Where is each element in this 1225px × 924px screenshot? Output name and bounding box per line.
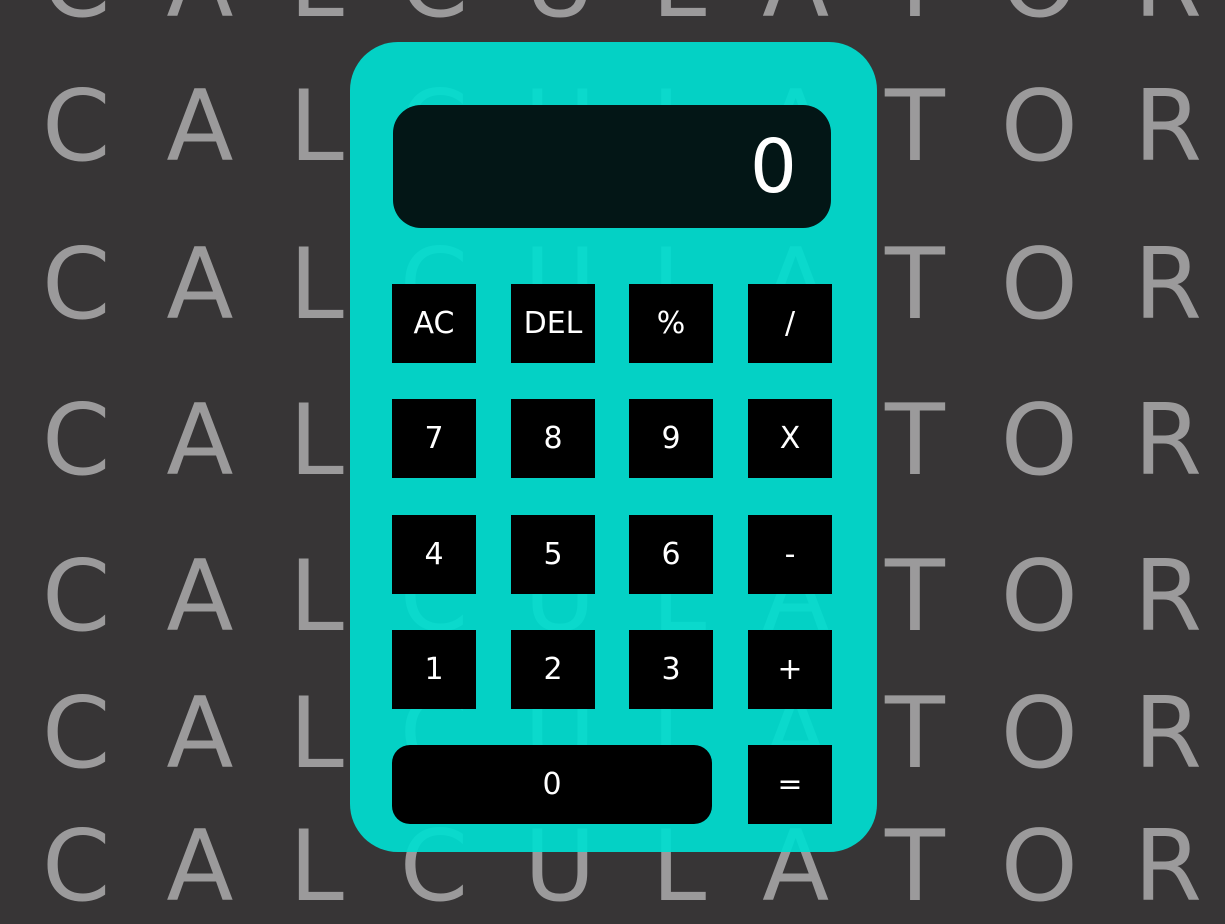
- key-8[interactable]: 8: [511, 399, 595, 478]
- background-letter: C: [400, 0, 468, 32]
- background-letter: R: [1133, 540, 1202, 654]
- key-7[interactable]: 7: [392, 399, 476, 478]
- background-letter: A: [166, 810, 234, 924]
- background-letter: R: [1133, 228, 1202, 342]
- key-0[interactable]: 0: [392, 745, 712, 824]
- background-letter: C: [42, 810, 111, 924]
- background-letter: L: [289, 384, 344, 498]
- background-letter: R: [1134, 0, 1202, 32]
- background-letter: T: [885, 0, 945, 32]
- background-letter: R: [1133, 384, 1202, 498]
- background-letter: R: [1133, 70, 1202, 184]
- calculator-display: 0: [393, 105, 831, 228]
- background-letter: U: [524, 0, 596, 32]
- background-letter: C: [42, 228, 111, 342]
- key-multiply[interactable]: X: [748, 399, 832, 478]
- background-letter: T: [885, 540, 945, 654]
- background-letter: A: [762, 0, 829, 32]
- background-letter: A: [166, 70, 234, 184]
- calculator-body: 0 AC DEL% / 7 8 9 X 4 5 6- 1 2 3 +0 =: [350, 42, 877, 852]
- background-letter: T: [885, 384, 945, 498]
- background-letter: T: [885, 228, 945, 342]
- key-delete[interactable]: DEL: [511, 284, 595, 363]
- background-letter: A: [166, 384, 234, 498]
- background-word-line: CALCULATOR: [42, 0, 1202, 32]
- key-2[interactable]: 2: [511, 630, 595, 709]
- background-letter: L: [289, 540, 344, 654]
- key-4[interactable]: 4: [392, 515, 476, 594]
- background-letter: C: [42, 0, 110, 32]
- background-letter: A: [166, 540, 234, 654]
- background-letter: O: [1001, 0, 1078, 32]
- background-letter: O: [1000, 384, 1078, 498]
- key-percent[interactable]: %: [629, 284, 713, 363]
- background-letter: T: [885, 810, 945, 924]
- background-letter: L: [289, 70, 344, 184]
- key-1[interactable]: 1: [392, 630, 476, 709]
- key-equals[interactable]: =: [748, 745, 832, 824]
- background-letter: R: [1133, 677, 1202, 791]
- background-letter: O: [1000, 228, 1078, 342]
- key-9[interactable]: 9: [629, 399, 713, 478]
- background-letter: O: [1000, 540, 1078, 654]
- background-letter: O: [1000, 677, 1078, 791]
- background-letter: L: [289, 810, 344, 924]
- key-3[interactable]: 3: [629, 630, 713, 709]
- background-letter: A: [166, 677, 234, 791]
- background-letter: C: [42, 70, 111, 184]
- background-letter: L: [289, 677, 344, 791]
- background-letter: L: [289, 228, 344, 342]
- background-letter: C: [42, 384, 111, 498]
- background-letter: L: [652, 0, 707, 32]
- key-add[interactable]: +: [748, 630, 832, 709]
- background-letter: C: [42, 677, 111, 791]
- background-letter: C: [42, 540, 111, 654]
- background-letter: A: [166, 0, 233, 32]
- background-letter: T: [885, 70, 945, 184]
- background-letter: L: [289, 0, 344, 32]
- key-5[interactable]: 5: [511, 515, 595, 594]
- key-6[interactable]: 6: [629, 515, 713, 594]
- display-value: 0: [749, 123, 797, 210]
- background-letter: O: [1000, 810, 1078, 924]
- background-letter: A: [166, 228, 234, 342]
- background-letter: T: [885, 677, 945, 791]
- background-letter: O: [1000, 70, 1078, 184]
- key-divide[interactable]: /: [748, 284, 832, 363]
- key-all-clear[interactable]: AC: [392, 284, 476, 363]
- key-subtract[interactable]: -: [748, 515, 832, 594]
- background-letter: R: [1133, 810, 1202, 924]
